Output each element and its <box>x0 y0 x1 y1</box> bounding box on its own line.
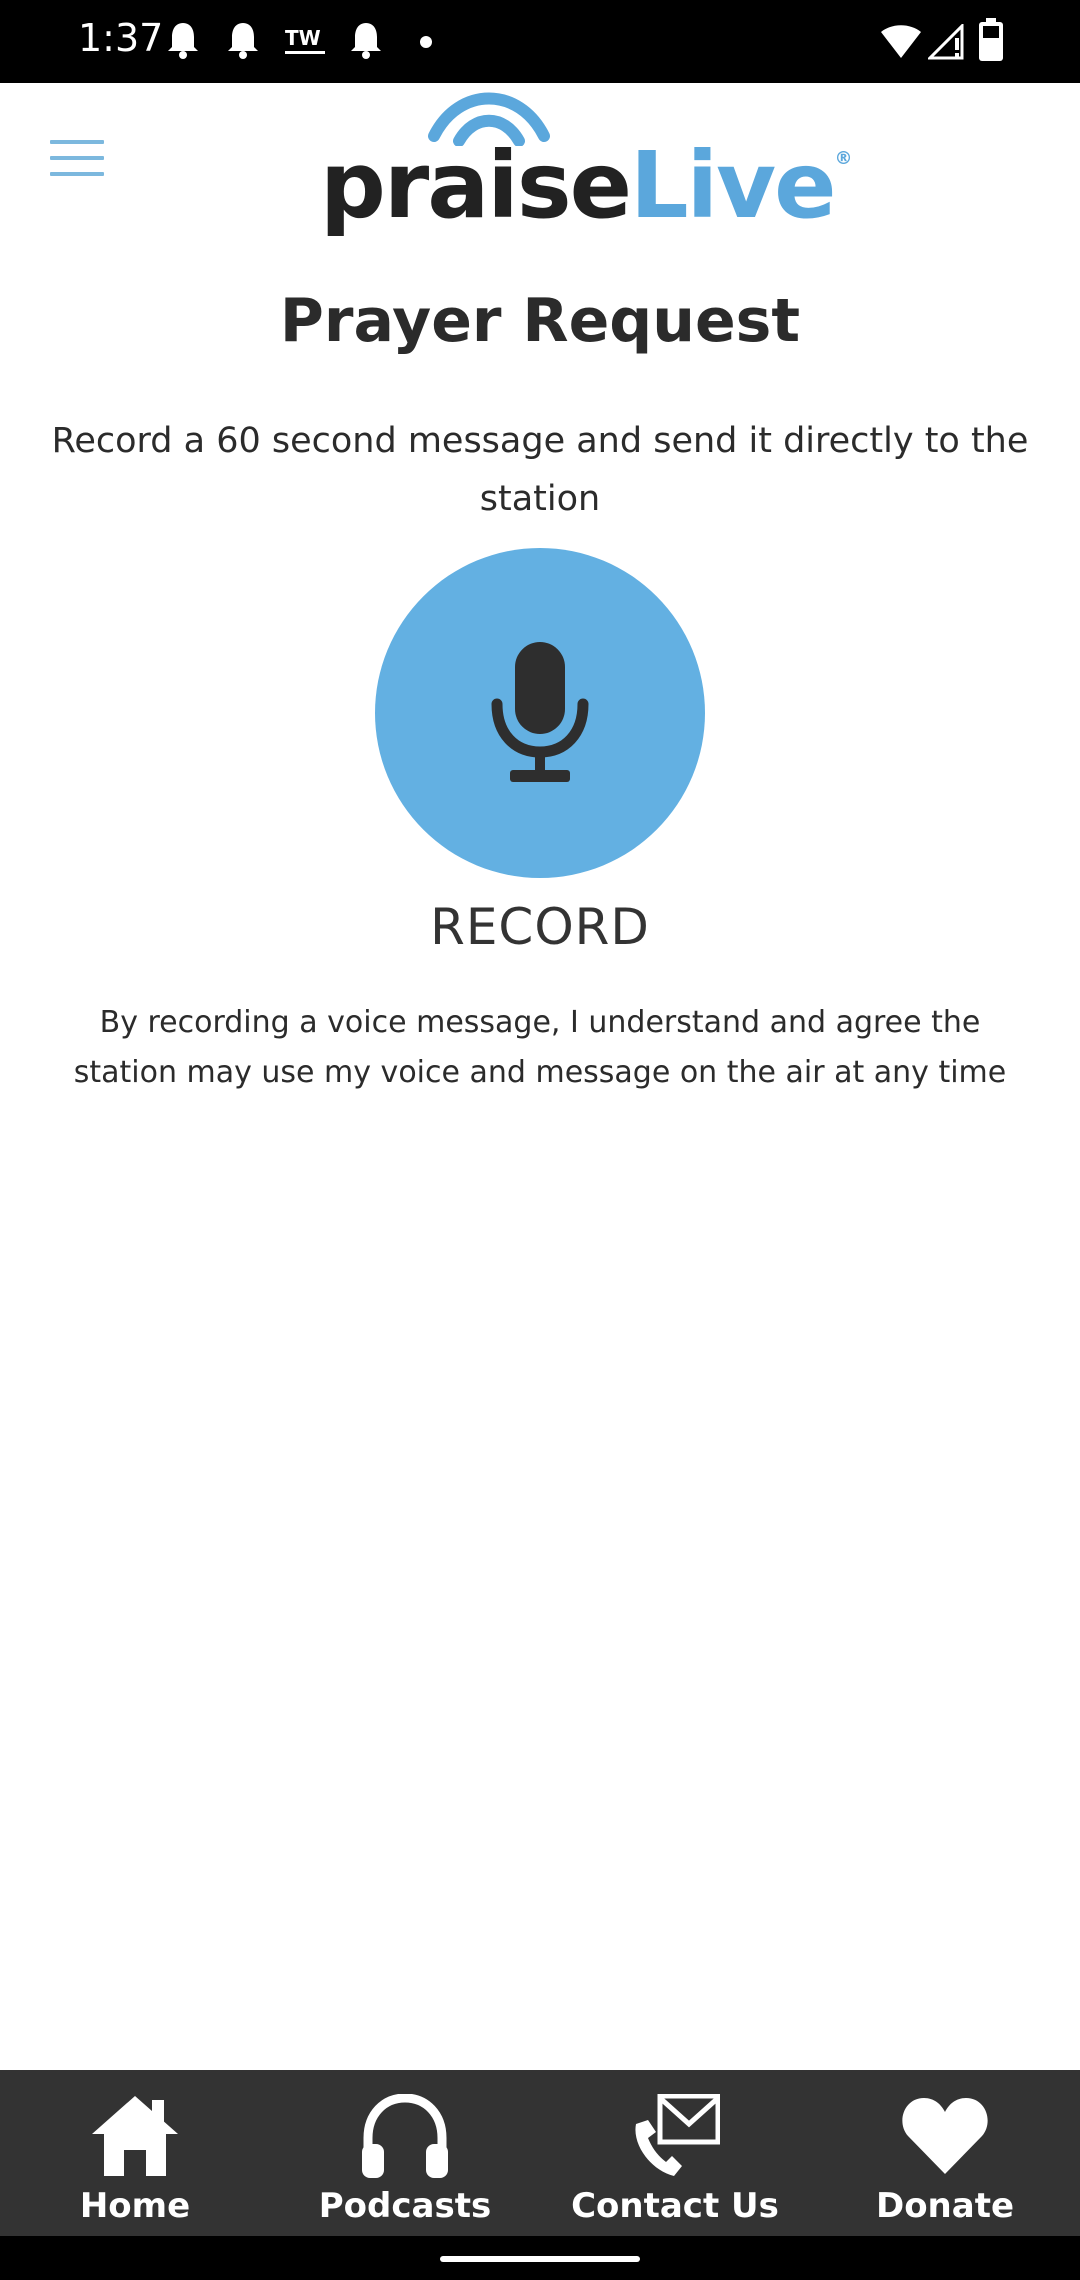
phone-mail-icon <box>635 2094 720 2176</box>
nav-label-home: Home <box>79 2186 191 2226</box>
logo-wordmark: praiseLive® <box>320 140 853 232</box>
logo-registered-mark: ® <box>834 148 853 169</box>
record-label: RECORD <box>430 898 650 956</box>
disclaimer-text: By recording a voice message, I understa… <box>73 1005 1007 1090</box>
gesture-bar <box>0 2236 1080 2280</box>
signal-icon <box>928 24 964 60</box>
home-icon <box>92 2096 178 2176</box>
nav-label-contact-us: Contact Us <box>571 2186 779 2226</box>
nav-label-donate: Donate <box>875 2186 1015 2226</box>
headphones-icon <box>362 2094 448 2178</box>
microphone-icon <box>491 642 589 782</box>
bell-icon <box>168 23 198 59</box>
nav-item-contact-us[interactable]: Contact Us <box>540 2070 810 2236</box>
wifi-icon <box>881 25 921 58</box>
gesture-handle[interactable] <box>440 2256 640 2262</box>
battery-icon <box>979 18 1003 61</box>
nav-item-home[interactable]: Home <box>0 2070 270 2236</box>
logo-text-praise: praise <box>320 132 632 239</box>
nav-item-donate[interactable]: Donate <box>810 2070 1080 2236</box>
heart-icon <box>902 2098 988 2174</box>
bell-icon <box>228 23 258 59</box>
instruction-text: Record a 60 second message and send it d… <box>51 421 1029 519</box>
bottom-nav: Home Podcasts Contact Us Donate <box>0 2070 1080 2236</box>
status-bar: 1:37 TW <box>0 0 1080 83</box>
page-title: Prayer Request <box>279 286 801 356</box>
status-time: 1:37 <box>78 16 164 60</box>
record-button[interactable] <box>375 548 705 878</box>
dot-icon <box>420 36 432 48</box>
screen: 1:37 TW praiseLive® Prayer Request Recor… <box>0 0 1080 2280</box>
nav-item-podcasts[interactable]: Podcasts <box>270 2070 540 2236</box>
logo-text-live: Live <box>630 132 837 239</box>
nav-label-podcasts: Podcasts <box>318 2186 492 2226</box>
hamburger-menu-icon[interactable] <box>50 140 104 176</box>
tw-icon: TW <box>285 28 325 54</box>
praiselive-logo: praiseLive® <box>320 86 853 236</box>
bell-icon <box>351 23 381 59</box>
